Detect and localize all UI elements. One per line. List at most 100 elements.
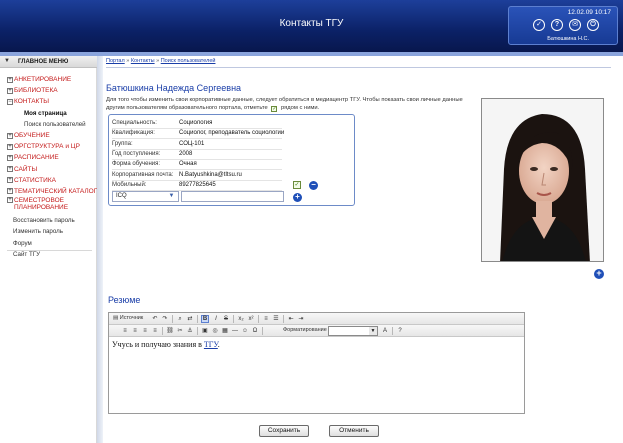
breadcrumb-portal[interactable]: Портал [106, 58, 125, 64]
sidebar-header[interactable]: ▼ ГЛАВНОЕ МЕНЮ [0, 56, 97, 68]
sidebar-item-12[interactable]: Восстановить пароль [7, 215, 97, 226]
check-icon[interactable]: ✓ [533, 19, 545, 31]
im-value-input[interactable] [181, 191, 284, 202]
format-label: Форматирование [283, 327, 327, 333]
sidebar-item-11[interactable]: + СЕМЕСТРОВОЕ ПЛАНИРОВАНИЕ [7, 197, 97, 215]
expand-icon[interactable]: + [7, 197, 13, 204]
mobile-visibility-checkbox[interactable]: ✓ [293, 181, 301, 189]
superscript-icon[interactable]: x² [247, 315, 255, 323]
bold-button[interactable]: B [201, 315, 209, 323]
user-name: Батюшкина Н.С. [547, 36, 589, 42]
expand-icon[interactable]: + [7, 154, 13, 161]
mail-icon[interactable]: ✉ [569, 19, 581, 31]
profile-field-row: Квалификация: Социолог, преподаватель соц… [112, 128, 284, 138]
breadcrumb-user-search[interactable]: Поиск пользователей [161, 58, 216, 64]
special-char-icon[interactable]: Ω [251, 327, 259, 335]
sidebar-item-0[interactable]: + АНКЕТИРОВАНИЕ [7, 74, 97, 85]
numbered-list-icon[interactable]: ≡ [262, 315, 270, 323]
sidebar-item-label: Моя страница [24, 109, 67, 117]
table-icon[interactable]: ▦ [221, 327, 229, 335]
toolbar-separator [172, 315, 173, 323]
field-label: Группа: [112, 140, 133, 147]
sidebar-item-label: САЙТЫ [14, 165, 38, 173]
expand-icon[interactable]: + [7, 87, 13, 94]
im-type-select[interactable]: ICQ ▼ [112, 191, 179, 202]
sidebar-item-3[interactable]: Моя страница [7, 108, 97, 119]
triangle-down-icon: ▼ [4, 58, 10, 64]
editor-toolbar-2: ≡ ≡ ≡ ≡ ⛓ ✂ ⚓ ▣ ◎ ▦ ― ☺ Ω Форматирование… [109, 325, 524, 337]
sidebar-divider [7, 250, 92, 251]
horizontal-rule-icon[interactable]: ― [231, 327, 239, 335]
unlink-icon[interactable]: ✂ [176, 327, 184, 335]
collapse-icon[interactable]: − [7, 98, 13, 105]
resume-link[interactable]: ТГУ [204, 340, 218, 349]
expand-icon[interactable]: + [7, 166, 13, 173]
help-icon[interactable]: ? [396, 327, 404, 335]
sidebar-item-5[interactable]: + ОБУЧЕНИЕ [7, 130, 97, 141]
field-label: Форма обучения: [112, 161, 161, 168]
remove-phone-button[interactable]: − [309, 181, 318, 190]
image-icon[interactable]: ▣ [201, 327, 209, 335]
note-text-end: рядом с ними. [280, 105, 320, 111]
upload-photo-button[interactable]: + [594, 269, 604, 279]
privacy-note: Для того чтобы изменить свои корпоративн… [106, 96, 466, 112]
sidebar-item-14[interactable]: Форум [7, 237, 97, 248]
resume-editor: ▤ Источник ↶ ↷ ⌕ ⇄ B I S x₂ x² ≡ ☰ ⇤ ⇥ ≡… [108, 312, 525, 414]
field-value: Социология [179, 120, 213, 126]
profile-name: Батюшкина Надежда Сергеевна [106, 83, 242, 93]
toolbar-separator [258, 315, 259, 323]
cancel-button[interactable]: Отменить [329, 425, 379, 437]
breadcrumb-contacts[interactable]: Контакты [131, 58, 155, 64]
find-icon[interactable]: ⌕ [176, 315, 184, 323]
smiley-icon[interactable]: ☺ [241, 327, 249, 335]
sidebar-item-9[interactable]: + СТАТИСТИКА [7, 175, 97, 186]
expand-icon[interactable]: + [7, 188, 13, 195]
resume-title: Резюме [108, 295, 141, 305]
sidebar-item-6[interactable]: + ОРГСТРУКТУРА и ЦР [7, 141, 97, 152]
profile-field-row: Специальность: Социология [112, 118, 212, 128]
sidebar-item-8[interactable]: + САЙТЫ [7, 164, 97, 175]
resume-text: Учусь и получаю знания в [112, 340, 204, 349]
field-value: 2008 [179, 150, 193, 157]
link-icon[interactable]: ⛓ [166, 327, 174, 335]
bullet-list-icon[interactable]: ☰ [272, 315, 280, 323]
help-icon[interactable]: ? [551, 19, 563, 31]
sidebar-item-2[interactable]: − КОНТАКТЫ [7, 96, 97, 107]
expand-icon[interactable]: + [7, 76, 13, 83]
italic-button[interactable]: I [212, 315, 220, 323]
undo-icon[interactable]: ↶ [151, 315, 159, 323]
align-left-icon[interactable]: ≡ [121, 327, 129, 335]
power-icon[interactable]: ⏻ [587, 19, 599, 31]
outdent-icon[interactable]: ⇤ [287, 315, 295, 323]
anchor-icon[interactable]: ⚓ [186, 327, 194, 335]
toolbar-separator [233, 315, 234, 323]
expand-icon[interactable]: + [7, 177, 13, 184]
expand-icon[interactable]: + [7, 132, 13, 139]
format-select[interactable]: ▼ [328, 326, 378, 336]
sidebar-item-label: БИБЛИОТЕКА [14, 87, 58, 95]
source-button[interactable]: ▤ Источник [113, 315, 143, 321]
sidebar-item-7[interactable]: + РАСПИСАНИЕ [7, 152, 97, 163]
strike-button[interactable]: S [222, 315, 230, 323]
text-color-icon[interactable]: A [381, 327, 389, 335]
field-value: 89277825645 [179, 181, 216, 188]
sidebar-item-4[interactable]: Поиск пользователей [7, 119, 97, 130]
flash-icon[interactable]: ◎ [211, 327, 219, 335]
indent-icon[interactable]: ⇥ [297, 315, 305, 323]
redo-icon[interactable]: ↷ [161, 315, 169, 323]
app-header: Контакты ТГУ 12.02.09 10:17 ✓ ? ✉ ⏻ Батю… [0, 0, 623, 52]
expand-icon[interactable]: + [7, 143, 13, 150]
align-right-icon[interactable]: ≡ [141, 327, 149, 335]
replace-icon[interactable]: ⇄ [186, 315, 194, 323]
align-justify-icon[interactable]: ≡ [151, 327, 159, 335]
sidebar-item-label: АНКЕТИРОВАНИЕ [14, 76, 72, 84]
add-im-button[interactable]: + [293, 193, 302, 202]
save-button[interactable]: Сохранить [259, 425, 309, 437]
field-value: N.Batyushkina@tltsu.ru [179, 171, 242, 178]
sidebar-item-10[interactable]: + ТЕМАТИЧЕСКИЙ КАТАЛОГ [7, 186, 97, 197]
align-center-icon[interactable]: ≡ [131, 327, 139, 335]
sidebar-item-13[interactable]: Изменить пароль [7, 226, 97, 237]
editor-content[interactable]: Учусь и получаю знания в ТГУ. [112, 340, 220, 349]
subscript-icon[interactable]: x₂ [237, 315, 245, 323]
sidebar-item-1[interactable]: + БИБЛИОТЕКА [7, 85, 97, 96]
